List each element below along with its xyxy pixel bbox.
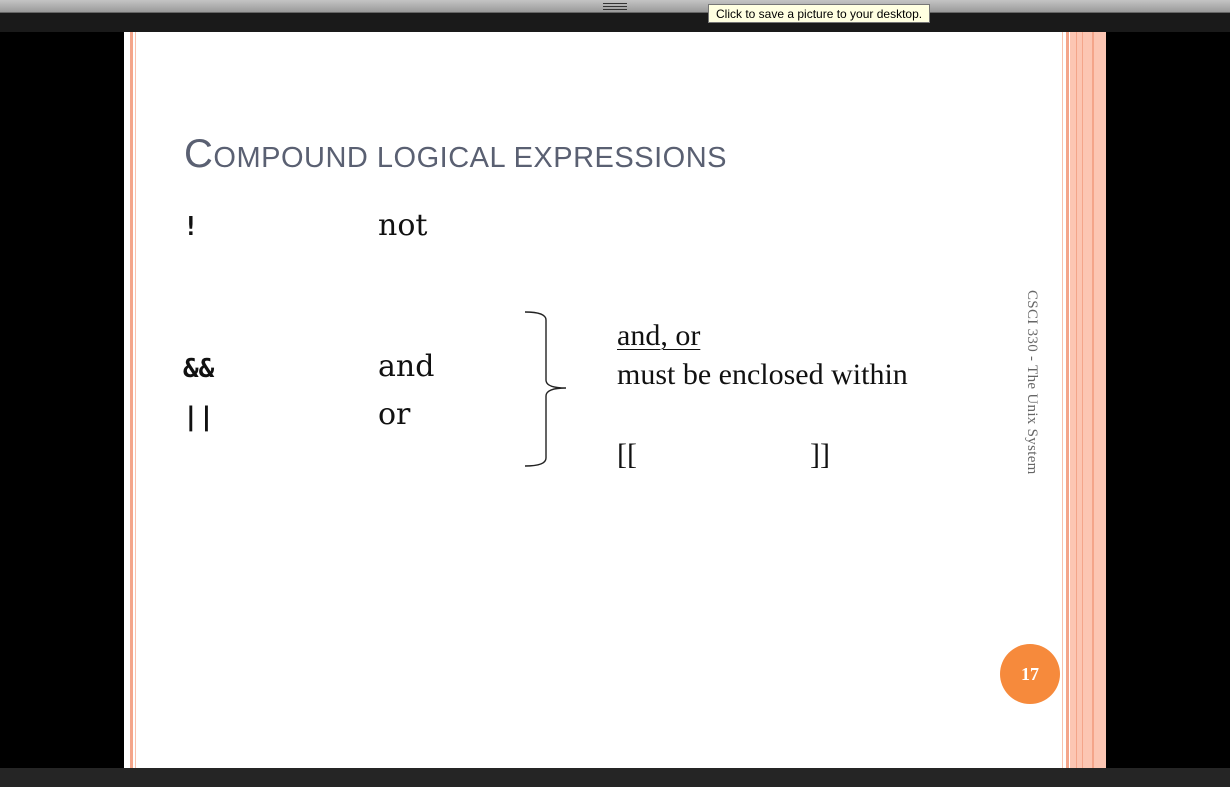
slide: COMPOUND LOGICAL EXPRESSIONS ! not && an…	[124, 32, 1106, 768]
viewer-bottom-bar	[0, 768, 1230, 787]
slide-title-rest: OMPOUND LOGICAL EXPRESSIONS	[213, 142, 727, 174]
drag-grip-icon[interactable]	[603, 3, 627, 11]
viewer-toolbar: Click to save a picture to your desktop.	[0, 0, 1230, 32]
operator-and-symbol: &&	[183, 354, 215, 384]
save-picture-tooltip: Click to save a picture to your desktop.	[708, 4, 931, 23]
double-bracket-open: [[	[617, 438, 637, 471]
right-decor-band	[1070, 32, 1106, 768]
left-border-rule-thin	[135, 32, 136, 768]
course-side-label: CSCI 330 - The Unix System	[1024, 290, 1040, 475]
slide-stage: COMPOUND LOGICAL EXPRESSIONS ! not && an…	[0, 32, 1230, 768]
note-heading: and, or	[617, 319, 701, 352]
slide-title-initial: C	[184, 132, 214, 176]
left-border-rule	[130, 32, 133, 768]
double-bracket-close: ]]	[810, 438, 830, 471]
curly-brace-icon	[524, 311, 567, 467]
operator-or-meaning: or	[378, 397, 411, 432]
slide-number-badge: 17	[1000, 644, 1060, 704]
operator-and-meaning: and	[378, 349, 435, 384]
right-border-rule	[1066, 32, 1069, 768]
operator-or-symbol: ||	[183, 402, 215, 432]
right-border-rule-thin	[1062, 32, 1063, 768]
slide-title: COMPOUND LOGICAL EXPRESSIONS	[184, 132, 727, 177]
note-line: must be enclosed within	[617, 358, 908, 391]
operator-not-symbol: !	[183, 212, 199, 242]
operator-not-meaning: not	[378, 208, 428, 243]
